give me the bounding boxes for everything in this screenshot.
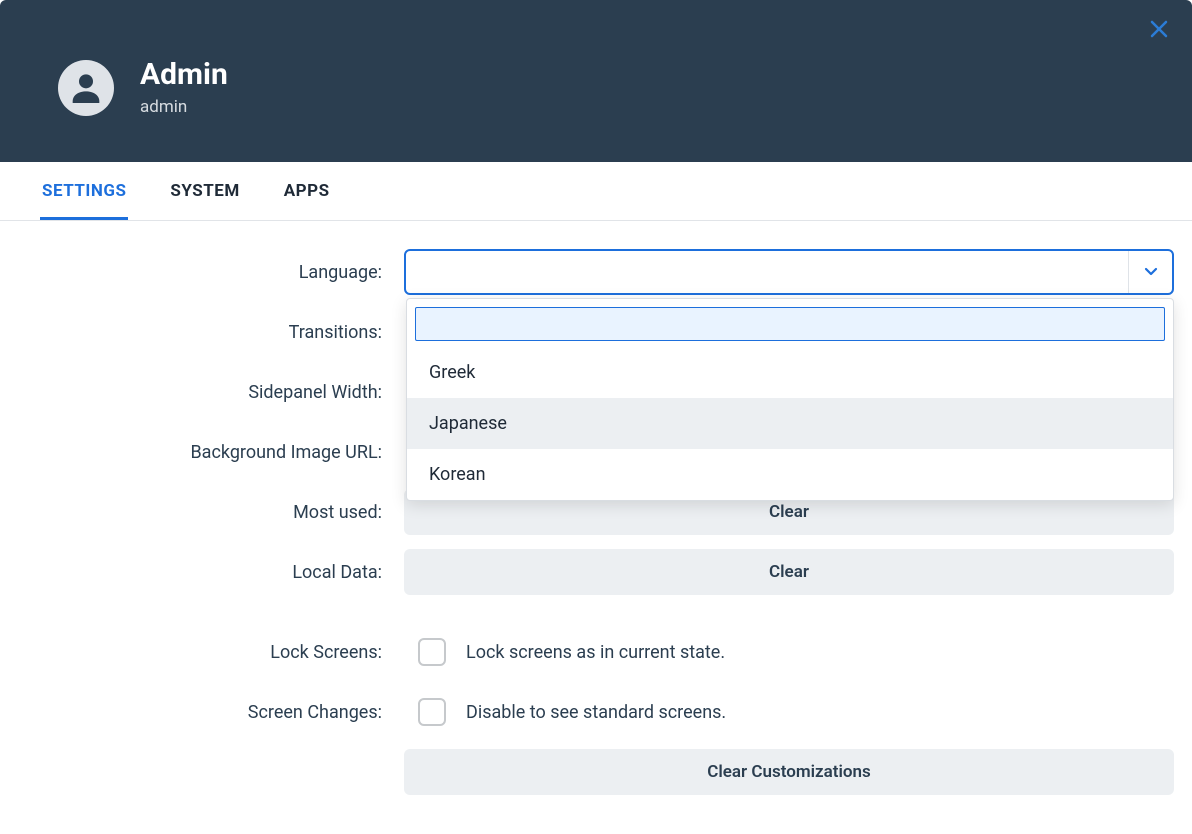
tab-settings[interactable]: SETTINGS — [40, 163, 128, 220]
lock-screens-label: Lock Screens: — [18, 642, 404, 663]
language-dropdown: Greek Japanese Korean — [406, 298, 1174, 501]
screen-changes-label: Screen Changes: — [18, 702, 404, 723]
language-option-korean[interactable]: Korean — [407, 449, 1173, 500]
profile-name: Admin — [140, 58, 228, 91]
transitions-label: Transitions: — [18, 322, 404, 343]
language-option-greek[interactable]: Greek — [407, 347, 1173, 398]
clear-customizations-button[interactable]: Clear Customizations — [404, 749, 1174, 795]
tab-apps[interactable]: APPS — [282, 163, 332, 220]
close-button[interactable] — [1148, 18, 1170, 40]
language-label: Language: — [18, 262, 404, 283]
language-option-japanese[interactable]: Japanese — [407, 398, 1173, 449]
avatar — [58, 60, 114, 116]
screen-changes-caption: Disable to see standard screens. — [466, 702, 726, 723]
profile-section: Admin admin — [58, 58, 228, 117]
most-used-label: Most used: — [18, 502, 404, 523]
language-dropdown-search-input[interactable] — [415, 307, 1165, 341]
chevron-down-icon — [1144, 267, 1158, 277]
settings-form: Language: Transitions: Sidepanel Width: … — [0, 221, 1192, 795]
close-icon — [1150, 20, 1168, 38]
local-data-label: Local Data: — [18, 562, 404, 583]
screen-changes-checkbox[interactable] — [418, 698, 446, 726]
tab-system[interactable]: SYSTEM — [168, 163, 241, 220]
tab-bar: SETTINGS SYSTEM APPS — [0, 162, 1192, 221]
language-dropdown-search-wrap — [415, 307, 1165, 341]
dialog-header: Admin admin — [0, 0, 1192, 162]
lock-screens-caption: Lock screens as in current state. — [466, 642, 725, 663]
sidepanel-width-label: Sidepanel Width: — [18, 382, 404, 403]
language-select[interactable] — [404, 249, 1174, 295]
language-select-value — [406, 251, 1128, 293]
clear-local-data-button[interactable]: Clear — [404, 549, 1174, 595]
profile-username: admin — [140, 97, 228, 117]
user-icon — [66, 68, 106, 108]
lock-screens-checkbox[interactable] — [418, 638, 446, 666]
language-select-caret — [1128, 251, 1172, 293]
background-image-url-label: Background Image URL: — [18, 442, 404, 463]
